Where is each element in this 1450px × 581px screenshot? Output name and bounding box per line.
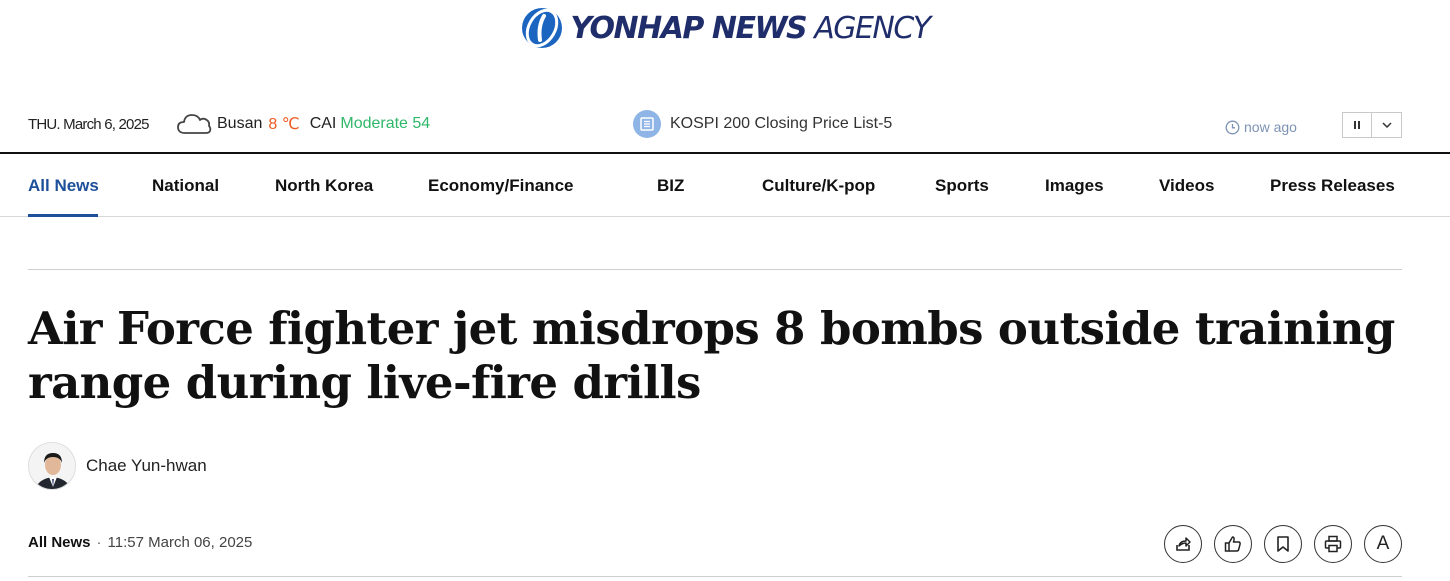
article-timestamp: 11:57 March 06, 2025 <box>107 534 253 551</box>
clock-icon <box>1225 120 1240 134</box>
newspaper-icon <box>633 110 661 138</box>
weather-temperature: 8 ℃ <box>268 116 300 133</box>
main-nav: All News National North Korea Economy/Fi… <box>0 154 1450 217</box>
like-button[interactable] <box>1214 525 1252 563</box>
expand-ticker-button[interactable] <box>1372 112 1402 138</box>
font-size-button[interactable]: A <box>1364 525 1402 563</box>
info-bar: THU. March 6, 2025 Busan 8 ℃ CAI Moderat… <box>28 104 1402 146</box>
yonhap-globe-icon <box>522 8 563 48</box>
cai-value: Moderate 54 <box>340 115 431 132</box>
ticker-headline[interactable]: KOSPI 200 Closing Price List-5 <box>670 115 892 133</box>
pause-button[interactable] <box>1342 112 1372 138</box>
article-byline[interactable]: Chae Yun-hwan <box>28 442 207 490</box>
article-actions: A <box>1164 525 1402 563</box>
bookmark-icon <box>1277 536 1289 552</box>
chevron-down-icon <box>1381 122 1392 129</box>
article-headline: Air Force fighter jet misdrops 8 bombs o… <box>28 302 1395 409</box>
pause-icon <box>1354 121 1360 129</box>
author-name[interactable]: Chae Yun-hwan <box>86 456 207 476</box>
bookmark-button[interactable] <box>1264 525 1302 563</box>
yonhap-logo[interactable]: YONHAP NEWS AGENCY <box>520 6 931 50</box>
current-date: THU. March 6, 2025 <box>28 116 149 133</box>
ticker-controls <box>1342 112 1402 138</box>
time-ago-label: now ago <box>1244 119 1297 135</box>
nav-item-all-news[interactable]: All News <box>28 176 99 196</box>
nav-item-press-releases[interactable]: Press Releases <box>1270 176 1395 196</box>
ticker-time: now ago <box>1225 119 1297 135</box>
cloud-icon <box>177 114 212 134</box>
logo-wordmark: YONHAP NEWS AGENCY <box>570 10 931 46</box>
news-ticker[interactable]: KOSPI 200 Closing Price List-5 <box>633 110 892 138</box>
active-tab-indicator <box>28 214 98 217</box>
author-avatar <box>28 442 76 490</box>
article-meta-divider <box>28 576 1402 577</box>
nav-item-economy-finance[interactable]: Economy/Finance <box>428 176 573 196</box>
nav-item-sports[interactable]: Sports <box>935 176 989 196</box>
article-meta: All News · 11:57 March 06, 2025 <box>28 534 252 551</box>
author-photo <box>29 443 75 489</box>
share-icon <box>1176 537 1191 551</box>
nav-item-videos[interactable]: Videos <box>1159 176 1214 196</box>
print-icon <box>1324 535 1342 553</box>
meta-separator: · <box>96 534 102 551</box>
share-button[interactable] <box>1164 525 1202 563</box>
nav-item-biz[interactable]: BIZ <box>657 176 684 196</box>
nav-item-national[interactable]: National <box>152 176 219 196</box>
article-top-divider <box>28 269 1402 270</box>
cai-label: CAI <box>309 115 337 132</box>
weather-city: Busan <box>217 115 263 132</box>
nav-item-culture-kpop[interactable]: Culture/K-pop <box>762 176 875 196</box>
nav-item-images[interactable]: Images <box>1045 176 1104 196</box>
site-header: YONHAP NEWS AGENCY <box>0 0 1450 60</box>
weather-widget[interactable]: Busan 8 ℃ CAI Moderate 54 <box>176 111 430 137</box>
nav-item-north-korea[interactable]: North Korea <box>275 176 373 196</box>
article-section[interactable]: All News <box>28 534 91 551</box>
thumbs-up-icon <box>1224 536 1241 552</box>
print-button[interactable] <box>1314 525 1352 563</box>
